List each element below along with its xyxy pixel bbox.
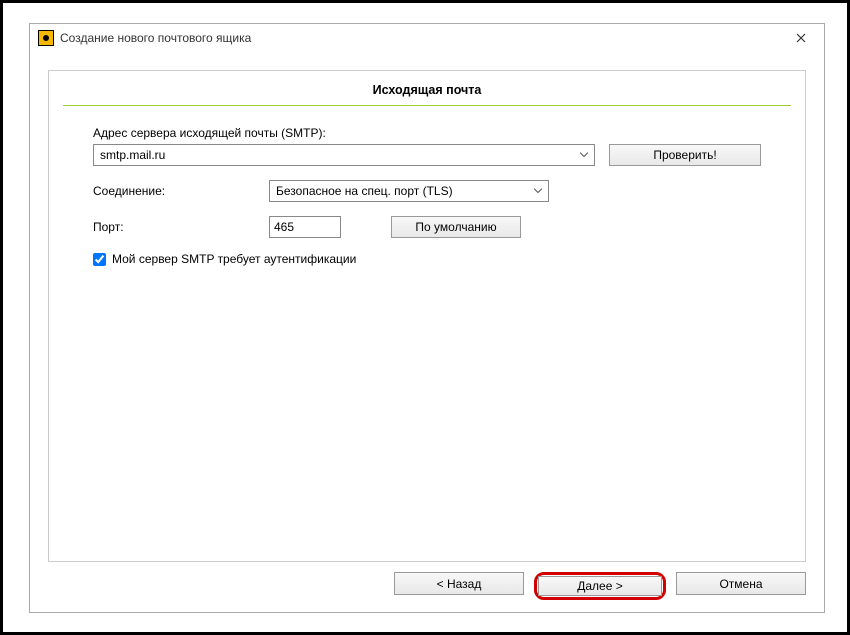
port-input[interactable] — [269, 216, 341, 238]
port-label: Порт: — [93, 220, 255, 234]
back-button[interactable]: < Назад — [394, 572, 524, 595]
chevron-down-icon — [580, 153, 588, 158]
form-area: Адрес сервера исходящей почты (SMTP): sm… — [49, 126, 805, 266]
check-button[interactable]: Проверить! — [609, 144, 761, 166]
panel-divider — [63, 105, 791, 106]
close-icon — [796, 31, 806, 46]
server-value: smtp.mail.ru — [100, 148, 165, 162]
footer-buttons: < Назад Далее > Отмена — [48, 562, 806, 600]
next-button-highlight: Далее > — [534, 572, 666, 600]
connection-label: Соединение: — [93, 184, 255, 198]
server-select[interactable]: smtp.mail.ru — [93, 144, 595, 166]
chevron-down-icon — [534, 189, 542, 194]
connection-select[interactable]: Безопасное на спец. порт (TLS) — [269, 180, 549, 202]
titlebar: Создание нового почтового ящика — [30, 24, 824, 52]
close-button[interactable] — [786, 28, 816, 48]
connection-value: Безопасное на спец. порт (TLS) — [276, 184, 453, 198]
window-title: Создание нового почтового ящика — [60, 31, 786, 45]
auth-checkbox[interactable] — [93, 253, 106, 266]
server-label: Адрес сервера исходящей почты (SMTP): — [93, 126, 761, 140]
dialog-window: Создание нового почтового ящика Исходяща… — [29, 23, 825, 613]
auth-checkbox-label: Мой сервер SMTP требует аутентификации — [112, 252, 356, 266]
cancel-button[interactable]: Отмена — [676, 572, 806, 595]
panel: Исходящая почта Адрес сервера исходящей … — [48, 70, 806, 562]
default-button[interactable]: По умолчанию — [391, 216, 521, 238]
panel-heading: Исходящая почта — [49, 71, 805, 105]
app-icon — [38, 30, 54, 46]
content-area: Исходящая почта Адрес сервера исходящей … — [30, 52, 824, 612]
next-button[interactable]: Далее > — [538, 576, 662, 596]
